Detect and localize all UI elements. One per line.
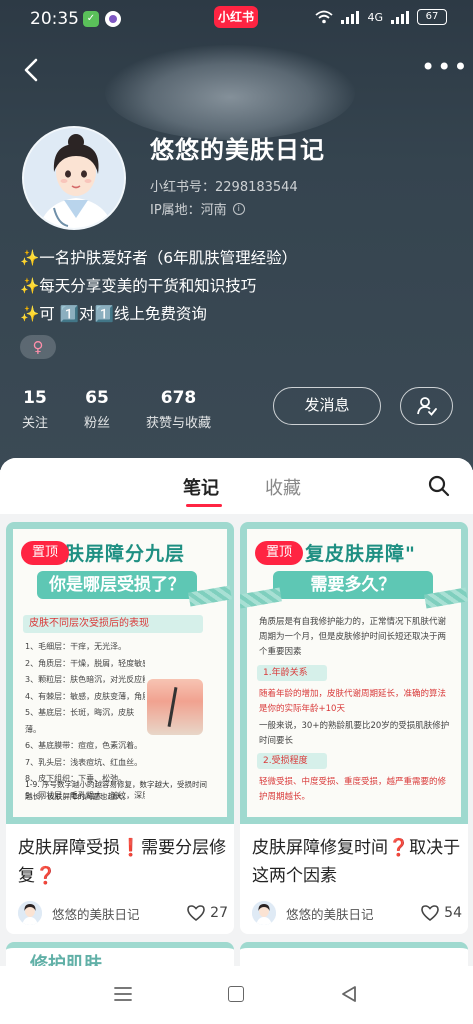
gender-female-icon: ♀	[20, 335, 56, 359]
stat-label: 粉丝	[84, 416, 111, 431]
notes-sheet: 笔记 收藏 置顶 肤屏障分九层 你是哪层受损了？ 皮肤不同层次受损后的表现 1、…	[0, 458, 473, 1024]
info-icon[interactable]: i	[232, 202, 245, 215]
note-footer: 悠悠的美肤日记 27	[18, 900, 228, 926]
skin-layer-illustration	[147, 679, 203, 735]
ip-location-label: IP属地：河南	[150, 203, 227, 218]
tape-decoration	[240, 587, 282, 609]
cover-title: 复皮肤屏障"	[305, 543, 416, 565]
pinned-badge: 置顶	[21, 541, 69, 565]
author-name[interactable]: 悠悠的美肤日记	[52, 904, 186, 923]
bio-line: ✨每天分享变美的干货和知识技巧	[20, 277, 257, 295]
tab-notes[interactable]: 笔记	[183, 474, 219, 500]
author-avatar[interactable]	[18, 901, 42, 925]
recent-apps-icon[interactable]	[114, 986, 132, 1002]
profile-bio: ✨一名护肤爱好者（6年肌肤管理经验） ✨每天分享变美的干货和知识技巧 ✨可 1️…	[20, 244, 460, 328]
stat-number: 15	[23, 388, 47, 408]
app-notification-icon	[105, 11, 121, 27]
cover-subtitle: 皮肤不同层次受损后的表现	[23, 615, 203, 633]
like-count: 27	[210, 905, 228, 921]
stat-following[interactable]: 15 关注	[22, 388, 48, 431]
note-cover: 置顶 肤屏障分九层 你是哪层受损了？ 皮肤不同层次受损后的表现 1、毛细层：干痒…	[6, 522, 234, 824]
status-bar: 20:35 ✓ 小红书 4G 67	[0, 0, 473, 40]
active-tab-indicator	[186, 504, 222, 507]
note-title: 皮肤屏障受损❗需要分层修复❓	[18, 838, 227, 886]
system-navigation-bar	[0, 966, 473, 1024]
note-footer: 悠悠的美肤日记 54	[252, 900, 462, 926]
ip-location: IP属地：河南 i	[150, 199, 245, 218]
author-avatar[interactable]	[252, 901, 276, 925]
status-indicators: 4G 67	[315, 9, 447, 25]
cover-tag: 2.受损程度	[257, 753, 327, 769]
cover-title: 肤屏障分九层	[65, 543, 186, 565]
status-time: 20:35	[30, 9, 79, 29]
note-cover: 置顶 复皮肤屏障" 需要多久？ 角质层是有自我修护能力的，正常情况下肌肤代谢周期…	[240, 522, 468, 824]
network-type: 4G	[367, 10, 383, 24]
system-back-icon[interactable]	[340, 985, 358, 1003]
stat-label: 关注	[22, 416, 49, 431]
back-arrow-icon[interactable]	[18, 54, 46, 86]
profile-nickname: 悠悠的美肤日记	[150, 136, 325, 164]
cover-list-item: 3、颗粒层：肤色暗沉，对光反应能力下降。	[25, 675, 145, 684]
cover-text: 一般来说，30+的熟龄肌要比20岁的受损肌肤修护时间要长	[259, 721, 450, 746]
cover-banner: 你是哪层受损了？	[37, 571, 197, 599]
note-title: 皮肤屏障修复时间❓取决于这两个因素	[252, 838, 461, 886]
tab-bar: 笔记 收藏	[0, 458, 473, 514]
cover-list-item: 7、乳头层：浅表痘坑、红血丝。	[25, 757, 143, 767]
xiaohongshu-badge: 小红书	[214, 6, 258, 28]
add-user-icon	[416, 397, 437, 416]
cloud-background	[105, 45, 355, 140]
like-count: 54	[444, 905, 462, 921]
author-name[interactable]: 悠悠的美肤日记	[286, 904, 420, 923]
home-icon[interactable]	[228, 986, 244, 1002]
cover-list-item: 4、有棘层：敏感，皮肤变薄，角质层变薄。	[25, 691, 145, 701]
bio-line: ✨可 1️⃣对1️⃣线上免费资询	[20, 305, 207, 323]
search-icon[interactable]	[427, 474, 451, 498]
cover-paragraph: 角质层是有自我修护能力的，正常情况下肌肤代谢周期为一个月，但是皮肤修护时间长短还…	[259, 617, 447, 657]
cover-footnote: 1-9. 序号数字越小的越容易修复，数字越大，受损时间越长，皮肤屏障的问题也越大…	[25, 780, 208, 801]
stat-number: 65	[85, 388, 109, 408]
heart-icon[interactable]	[420, 903, 440, 923]
bio-line: ✨一名护肤爱好者（6年肌肤管理经验）	[20, 249, 298, 267]
profile-id: 小红书号：2298183544	[150, 180, 298, 195]
avatar[interactable]	[22, 126, 126, 230]
battery-icon: 67	[417, 9, 447, 25]
wifi-icon	[315, 10, 334, 24]
stat-label: 获赞与收藏	[146, 416, 212, 431]
signal-icon	[341, 10, 360, 24]
follow-button[interactable]	[400, 387, 453, 425]
send-message-button[interactable]: 发消息	[273, 387, 381, 425]
profile-header: 20:35 ✓ 小红书 4G 67 ••• 悠悠的美肤日记 小红书号：22981…	[0, 0, 473, 470]
cover-list-item: 6、基底膜带：痘痘，色素沉着。	[25, 741, 143, 750]
cover-list-item: 1、毛细层：干痒，无光泽。	[25, 642, 127, 651]
note-card[interactable]: 置顶 复皮肤屏障" 需要多久？ 角质层是有自我修护能力的，正常情况下肌肤代谢周期…	[240, 522, 468, 934]
stat-likes-collections[interactable]: 678 获赞与收藏	[146, 388, 211, 431]
cover-highlight: 轻微受损、中度受损、重度受损，越严重需要的修护周期越长。	[259, 777, 447, 802]
doctor-avatar-illustration	[24, 128, 124, 228]
tab-collections[interactable]: 收藏	[265, 474, 301, 500]
wechat-icon: ✓	[83, 11, 99, 27]
pinned-badge: 置顶	[255, 541, 303, 565]
cover-highlight: 随着年龄的增加，皮肤代谢周期延长，准确的算法是你的实际年龄+10天	[259, 689, 447, 714]
cover-banner: 需要多久？	[273, 571, 433, 599]
heart-icon[interactable]	[186, 903, 206, 923]
cover-list-item: 2、角质层：干燥，脱屑，轻度敏感，有紧绷感。	[25, 658, 145, 668]
note-card[interactable]: 置顶 肤屏障分九层 你是哪层受损了？ 皮肤不同层次受损后的表现 1、毛细层：干痒…	[6, 522, 234, 934]
signal-icon-2	[391, 10, 409, 24]
cover-tag: 1.年龄关系	[257, 665, 327, 681]
stat-number: 678	[160, 388, 197, 408]
cover-list-item: 5、基底层：长斑，晦沉，皮肤薄。	[25, 708, 135, 734]
stat-followers[interactable]: 65 粉丝	[84, 388, 110, 431]
more-options-icon[interactable]: •••	[421, 55, 467, 80]
